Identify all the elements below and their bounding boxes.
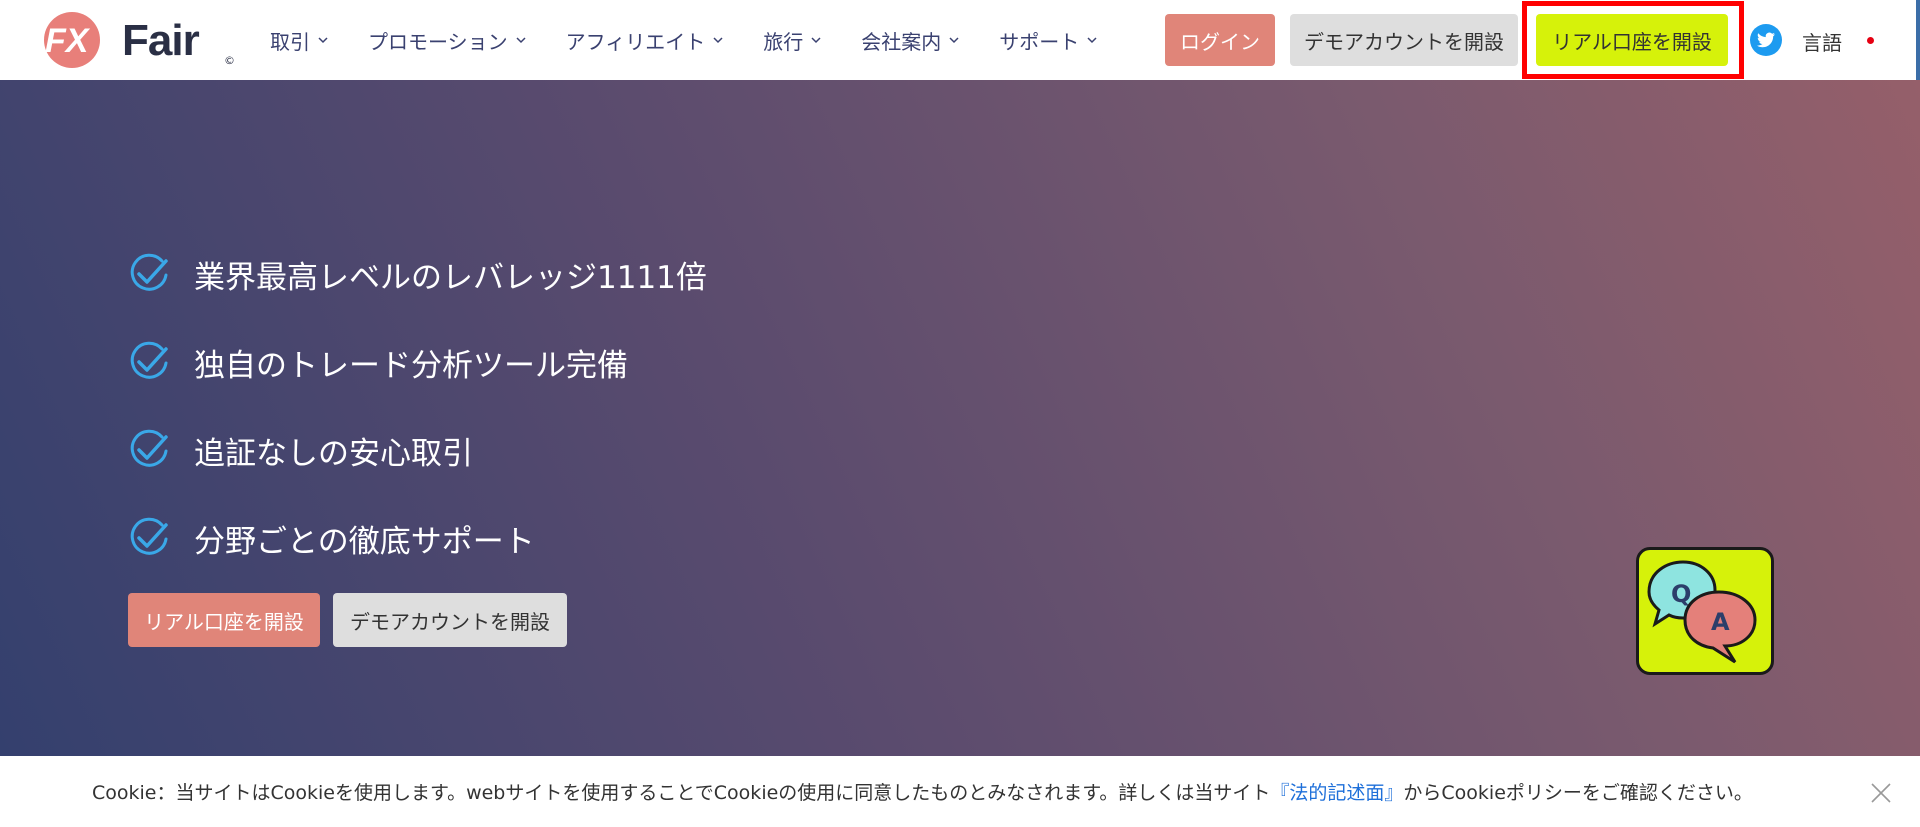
- language-selector[interactable]: 言語: [1802, 27, 1842, 56]
- highlight-box: [1522, 1, 1744, 79]
- hero-open-real-account-button[interactable]: リアル口座を開設: [128, 593, 320, 647]
- twitter-icon[interactable]: [1750, 24, 1782, 56]
- check-circle-icon: [130, 253, 168, 291]
- chevron-down-icon: [516, 37, 526, 44]
- hero-section: 業界最高レベルのレバレッジ1111倍 独自のトレード分析ツール完備 追証なしの安…: [0, 80, 1920, 760]
- feature-text: 追証なしの安心取引: [194, 435, 473, 472]
- chevron-down-icon: [318, 37, 328, 44]
- login-button[interactable]: ログイン: [1165, 14, 1275, 66]
- nav-item-label: 会社案内: [861, 29, 942, 54]
- open-demo-account-button[interactable]: デモアカウントを開設: [1290, 14, 1518, 66]
- nav-item-travel[interactable]: 旅行: [763, 26, 821, 55]
- feature-text: 業界最高レベルのレバレッジ1111倍: [194, 259, 707, 296]
- chevron-down-icon: [713, 37, 723, 44]
- feature-item: 分野ごとの徹底サポート: [128, 494, 707, 582]
- feature-item: 追証なしの安心取引: [128, 406, 707, 494]
- logo-mark: FX: [45, 22, 91, 60]
- feature-text: 分野ごとの徹底サポート: [194, 523, 535, 560]
- chevron-down-icon: [949, 37, 959, 44]
- fxfair-logo[interactable]: FX Fair ©: [38, 6, 235, 74]
- chevron-down-icon: [811, 37, 821, 44]
- main-nav: 取引 プロモーション アフィリエイト 旅行 会社案内 サポート: [270, 0, 1137, 80]
- nav-item-promotion[interactable]: プロモーション: [368, 26, 526, 55]
- check-circle-icon: [130, 429, 168, 467]
- nav-item-label: アフィリエイト: [565, 29, 706, 54]
- qa-a-letter: A: [1711, 608, 1730, 636]
- nav-item-label: 旅行: [763, 29, 804, 54]
- cookie-text-after: からCookieポリシーをご確認ください。: [1403, 782, 1753, 804]
- logo-registered: ©: [224, 54, 235, 67]
- nav-item-company[interactable]: 会社案内: [861, 26, 959, 55]
- hero-open-demo-account-button[interactable]: デモアカウントを開設: [333, 593, 567, 647]
- chevron-down-icon: [1087, 37, 1097, 44]
- fx-logo-icon: FX: [44, 12, 100, 68]
- close-icon[interactable]: [1870, 782, 1892, 804]
- nav-item-label: サポート: [999, 29, 1080, 54]
- feature-item: 独自のトレード分析ツール完備: [128, 318, 707, 406]
- cookie-text-before: Cookie：当サイトはCookieを使用します。webサイトを使用することでC…: [92, 782, 1271, 804]
- nav-item-support[interactable]: サポート: [999, 26, 1097, 55]
- check-circle-icon: [130, 517, 168, 555]
- nav-item-affiliate[interactable]: アフィリエイト: [566, 26, 724, 55]
- feature-item: 業界最高レベルのレバレッジ1111倍: [128, 230, 707, 318]
- qa-q-letter: Q: [1671, 580, 1691, 608]
- feature-text: 独自のトレード分析ツール完備: [194, 347, 628, 384]
- twitter-bird-icon: [1757, 32, 1775, 48]
- cookie-message: Cookie：当サイトはCookieを使用します。webサイトを使用することでC…: [92, 778, 1753, 805]
- logo-text: Fair: [122, 16, 200, 65]
- japan-flag-icon[interactable]: [1862, 34, 1878, 46]
- scrollbar-edge: [1916, 0, 1920, 80]
- qa-chat-widget[interactable]: Q A: [1636, 547, 1774, 675]
- cookie-banner: Cookie：当サイトはCookieを使用します。webサイトを使用することでC…: [0, 756, 1920, 827]
- check-circle-icon: [130, 341, 168, 379]
- qa-bubbles-icon: Q A: [1647, 560, 1757, 664]
- nav-item-label: プロモーション: [368, 29, 508, 54]
- nav-item-trading[interactable]: 取引: [270, 26, 328, 55]
- feature-list: 業界最高レベルのレバレッジ1111倍 独自のトレード分析ツール完備 追証なしの安…: [128, 230, 707, 582]
- site-header: FX Fair © 取引 プロモーション アフィリエイト 旅行 会社案内 サポー…: [0, 0, 1920, 80]
- legal-notice-link[interactable]: 『法的記述面』: [1270, 782, 1403, 804]
- nav-item-label: 取引: [270, 29, 310, 54]
